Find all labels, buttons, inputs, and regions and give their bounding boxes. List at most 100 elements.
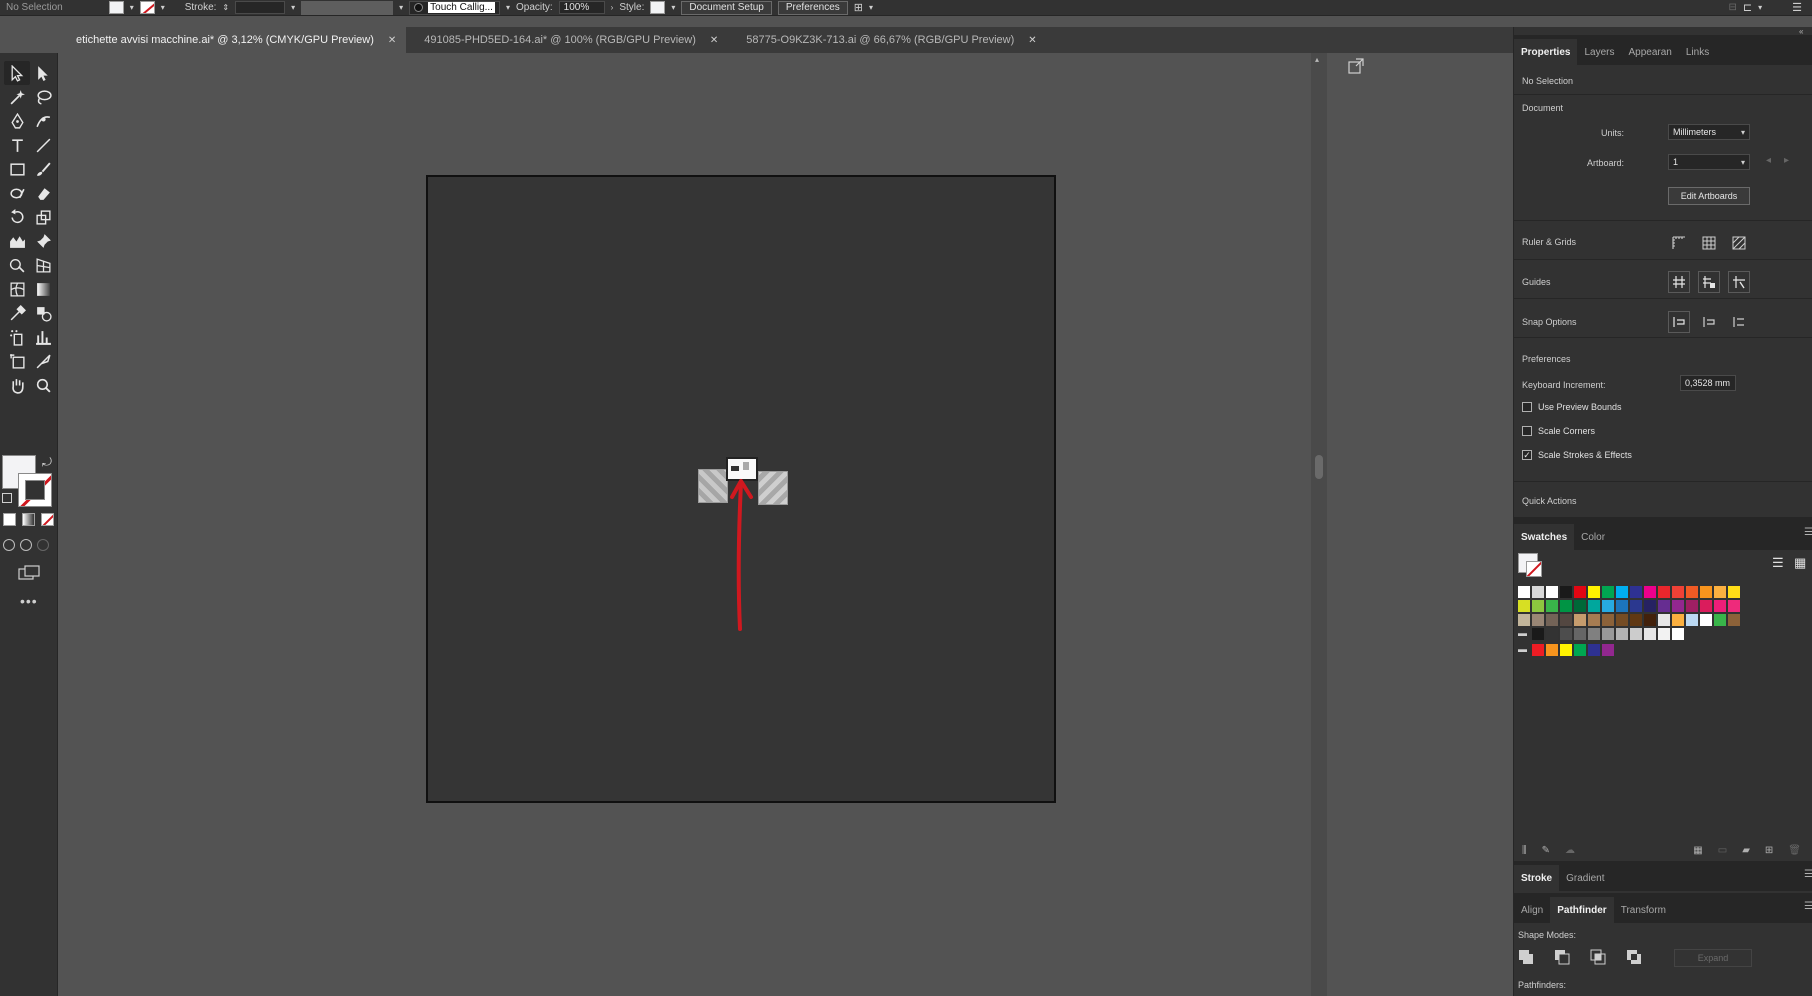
- chevron-right-icon[interactable]: ›: [611, 3, 614, 12]
- rotate-tool-icon[interactable]: [4, 205, 30, 229]
- canvas-area[interactable]: ▴: [58, 53, 1513, 996]
- scale-corners-checkbox[interactable]: Scale Corners: [1522, 426, 1595, 436]
- selection-tool-icon[interactable]: [4, 61, 30, 85]
- rectangle-tool-icon[interactable]: [4, 157, 30, 181]
- color-swatch[interactable]: [1532, 644, 1544, 656]
- tab-pathfinder[interactable]: Pathfinder: [1550, 897, 1614, 923]
- swatch-options-icon[interactable]: ▦: [1693, 845, 1702, 856]
- snap-to-glyph-icon[interactable]: [1728, 311, 1750, 333]
- stroke-color-box[interactable]: [18, 473, 52, 507]
- expand-button[interactable]: Expand: [1674, 949, 1752, 967]
- variable-width-profile[interactable]: [301, 0, 394, 15]
- intersect-icon[interactable]: [1590, 949, 1606, 965]
- color-swatch[interactable]: [1686, 614, 1698, 626]
- color-swatch[interactable]: [1616, 628, 1628, 640]
- rulers-icon[interactable]: [1668, 232, 1690, 254]
- perspective-grid-tool-icon[interactable]: [30, 253, 56, 277]
- chevron-down-icon[interactable]: ▾: [869, 3, 873, 12]
- color-swatch[interactable]: [1546, 614, 1558, 626]
- list-view-icon[interactable]: ☰: [1772, 555, 1784, 571]
- none-mode-icon[interactable]: [41, 513, 54, 526]
- color-swatch[interactable]: [1602, 600, 1614, 612]
- color-swatch[interactable]: [1672, 628, 1684, 640]
- color-swatch[interactable]: [1532, 600, 1544, 612]
- color-swatch[interactable]: [1518, 614, 1530, 626]
- chevron-down-icon[interactable]: ▾: [399, 3, 403, 12]
- color-swatch[interactable]: [1672, 614, 1684, 626]
- artboard[interactable]: [426, 175, 1056, 803]
- lasso-tool-icon[interactable]: [30, 85, 56, 109]
- gradient-tool-icon[interactable]: [30, 277, 56, 301]
- color-swatch[interactable]: [1532, 628, 1544, 640]
- panel-menu-icon[interactable]: ☰: [1804, 869, 1812, 880]
- color-swatch[interactable]: [1630, 586, 1642, 598]
- color-swatch[interactable]: [1658, 600, 1670, 612]
- slice-tool-icon[interactable]: [30, 349, 56, 373]
- document-setup-button[interactable]: Document Setup: [681, 0, 772, 15]
- color-swatch[interactable]: [1630, 600, 1642, 612]
- folder-icon[interactable]: ▬: [1518, 644, 1530, 656]
- color-swatch[interactable]: [1518, 586, 1530, 598]
- fill-swatch[interactable]: [108, 1, 124, 14]
- trash-icon[interactable]: 🗑: [1788, 845, 1801, 856]
- preferences-button[interactable]: Preferences: [777, 0, 848, 15]
- color-group-icon[interactable]: ▭: [1718, 845, 1727, 856]
- tab-etichette-avvisi[interactable]: etichette avvisi macchine.ai* @ 3,12% (C…: [58, 27, 407, 53]
- expand-panel-icon[interactable]: [1341, 53, 1371, 79]
- column-graph-tool-icon[interactable]: [30, 325, 56, 349]
- color-swatch[interactable]: [1560, 628, 1572, 640]
- panel-menu-icon[interactable]: ☰: [1792, 1, 1802, 14]
- swap-fill-stroke-icon[interactable]: ⤾: [42, 455, 52, 470]
- chevron-down-icon[interactable]: ▾: [506, 3, 510, 12]
- color-swatch[interactable]: [1630, 614, 1642, 626]
- color-swatch[interactable]: [1686, 600, 1698, 612]
- color-swatch[interactable]: [1644, 586, 1656, 598]
- puppet-warp-tool-icon[interactable]: [4, 229, 30, 253]
- color-swatch[interactable]: [1560, 600, 1572, 612]
- close-icon[interactable]: ✕: [710, 35, 718, 46]
- color-swatch[interactable]: [1658, 614, 1670, 626]
- swatch-stroke-icon[interactable]: [1526, 561, 1542, 577]
- color-swatch[interactable]: [1700, 600, 1712, 612]
- pen-tool-icon[interactable]: [4, 109, 30, 133]
- snap-to-pixel-icon[interactable]: [1698, 311, 1720, 333]
- color-swatch[interactable]: [1532, 614, 1544, 626]
- grid-view-icon[interactable]: ▦: [1794, 555, 1806, 571]
- draw-inside-icon[interactable]: [37, 539, 49, 551]
- color-swatch[interactable]: [1560, 614, 1572, 626]
- pin-icon[interactable]: [30, 229, 56, 253]
- tab-stroke[interactable]: Stroke: [1514, 865, 1560, 891]
- chevron-down-icon[interactable]: ▾: [291, 3, 295, 12]
- exclude-icon[interactable]: [1626, 949, 1642, 965]
- tab-gradient[interactable]: Gradient: [1559, 865, 1611, 891]
- color-swatch[interactable]: [1728, 600, 1740, 612]
- chevron-down-icon[interactable]: ▾: [1758, 3, 1762, 12]
- chevron-down-icon[interactable]: ▾: [130, 3, 134, 12]
- default-fill-stroke-icon[interactable]: [2, 493, 12, 503]
- workspace-icon[interactable]: ⊏: [1743, 1, 1752, 14]
- add-to-library-icon[interactable]: ✎: [1542, 845, 1550, 856]
- units-dropdown[interactable]: Millimeters ▾: [1668, 124, 1750, 140]
- color-swatch[interactable]: [1644, 628, 1656, 640]
- color-swatch[interactable]: [1574, 644, 1586, 656]
- color-swatch[interactable]: [1588, 614, 1600, 626]
- checkbox-box[interactable]: [1522, 426, 1532, 436]
- color-swatch[interactable]: [1546, 586, 1558, 598]
- color-swatch[interactable]: [1714, 614, 1726, 626]
- direct-selection-tool-icon[interactable]: [30, 61, 56, 85]
- tab-491085[interactable]: 491085-PHD5ED-164.ai* @ 100% (RGB/GPU Pr…: [406, 27, 728, 53]
- color-swatch[interactable]: [1714, 600, 1726, 612]
- color-swatch[interactable]: [1574, 628, 1586, 640]
- tab-properties[interactable]: Properties: [1514, 39, 1578, 65]
- magic-wand-tool-icon[interactable]: [4, 85, 30, 109]
- stroke-stepper[interactable]: ⇕: [222, 3, 229, 12]
- color-swatch[interactable]: [1588, 644, 1600, 656]
- color-swatch[interactable]: [1714, 586, 1726, 598]
- color-swatch[interactable]: [1644, 600, 1656, 612]
- color-swatch[interactable]: [1574, 586, 1586, 598]
- curvature-tool-icon[interactable]: [30, 109, 56, 133]
- graphic-style-swatch[interactable]: [650, 1, 666, 14]
- stroke-swatch[interactable]: [139, 1, 155, 14]
- color-swatch[interactable]: [1616, 600, 1628, 612]
- gradient-mode-icon[interactable]: [22, 513, 35, 526]
